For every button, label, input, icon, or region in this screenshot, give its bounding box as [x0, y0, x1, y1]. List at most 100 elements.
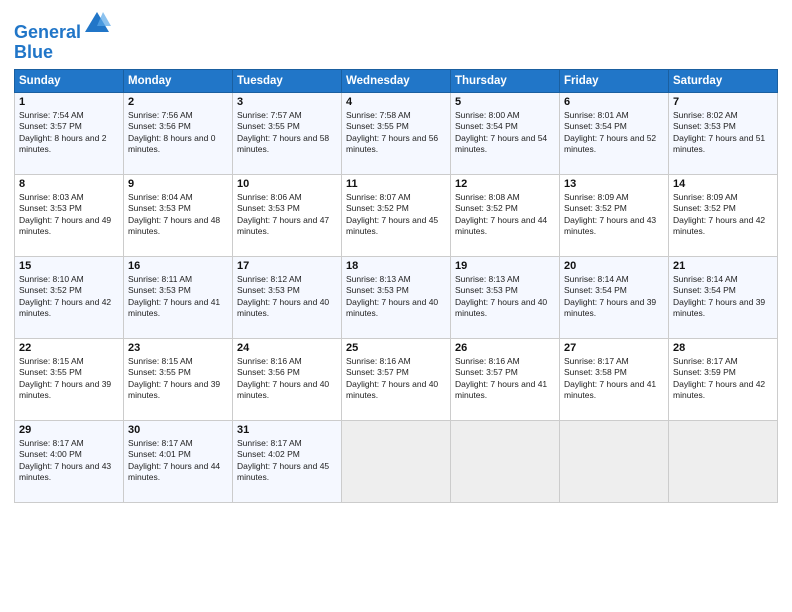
daylight: Daylight: 7 hours and 41 minutes. [128, 297, 228, 320]
day-number: 19 [455, 260, 555, 272]
calendar-cell [451, 420, 560, 502]
calendar-cell: 5Sunrise: 8:00 AMSunset: 3:54 PMDaylight… [451, 92, 560, 174]
daylight: Daylight: 7 hours and 39 minutes. [673, 297, 773, 320]
day-number: 18 [346, 260, 446, 272]
sunset: Sunset: 3:57 PM [346, 367, 446, 378]
calendar-cell [669, 420, 778, 502]
sunrise: Sunrise: 8:14 AM [673, 274, 773, 285]
daylight: Daylight: 7 hours and 56 minutes. [346, 133, 446, 156]
sunset: Sunset: 3:53 PM [346, 285, 446, 296]
sunrise: Sunrise: 8:03 AM [19, 192, 119, 203]
sunset: Sunset: 3:52 PM [19, 285, 119, 296]
sunset: Sunset: 3:52 PM [673, 203, 773, 214]
daylight: Daylight: 7 hours and 41 minutes. [564, 379, 664, 402]
daylight: Daylight: 7 hours and 48 minutes. [128, 215, 228, 238]
calendar-cell: 1Sunrise: 7:54 AMSunset: 3:57 PMDaylight… [15, 92, 124, 174]
sunrise: Sunrise: 7:58 AM [346, 110, 446, 121]
daylight: Daylight: 7 hours and 52 minutes. [564, 133, 664, 156]
sunset: Sunset: 3:59 PM [673, 367, 773, 378]
sunset: Sunset: 3:56 PM [128, 121, 228, 132]
sunrise: Sunrise: 8:01 AM [564, 110, 664, 121]
day-number: 30 [128, 424, 228, 436]
day-number: 4 [346, 96, 446, 108]
day-number: 23 [128, 342, 228, 354]
sunrise: Sunrise: 8:16 AM [455, 356, 555, 367]
daylight: Daylight: 7 hours and 47 minutes. [237, 215, 337, 238]
sunrise: Sunrise: 8:09 AM [564, 192, 664, 203]
daylight: Daylight: 7 hours and 40 minutes. [455, 297, 555, 320]
calendar-cell: 17Sunrise: 8:12 AMSunset: 3:53 PMDayligh… [233, 256, 342, 338]
sunset: Sunset: 3:52 PM [346, 203, 446, 214]
day-number: 10 [237, 178, 337, 190]
sunrise: Sunrise: 8:13 AM [346, 274, 446, 285]
day-number: 21 [673, 260, 773, 272]
calendar-cell: 18Sunrise: 8:13 AMSunset: 3:53 PMDayligh… [342, 256, 451, 338]
sunrise: Sunrise: 8:07 AM [346, 192, 446, 203]
sunset: Sunset: 4:01 PM [128, 449, 228, 460]
daylight: Daylight: 7 hours and 41 minutes. [455, 379, 555, 402]
daylight: Daylight: 8 hours and 2 minutes. [19, 133, 119, 156]
header-tuesday: Tuesday [233, 69, 342, 92]
day-number: 6 [564, 96, 664, 108]
day-number: 11 [346, 178, 446, 190]
calendar-cell: 31Sunrise: 8:17 AMSunset: 4:02 PMDayligh… [233, 420, 342, 502]
daylight: Daylight: 7 hours and 42 minutes. [673, 215, 773, 238]
sunrise: Sunrise: 8:15 AM [128, 356, 228, 367]
calendar-cell: 15Sunrise: 8:10 AMSunset: 3:52 PMDayligh… [15, 256, 124, 338]
day-number: 2 [128, 96, 228, 108]
sunset: Sunset: 3:53 PM [673, 121, 773, 132]
daylight: Daylight: 7 hours and 40 minutes. [237, 379, 337, 402]
logo: General Blue [14, 10, 111, 63]
week-row-3: 22Sunrise: 8:15 AMSunset: 3:55 PMDayligh… [15, 338, 778, 420]
sunset: Sunset: 3:54 PM [455, 121, 555, 132]
sunset: Sunset: 3:52 PM [455, 203, 555, 214]
calendar-cell: 28Sunrise: 8:17 AMSunset: 3:59 PMDayligh… [669, 338, 778, 420]
sunrise: Sunrise: 8:17 AM [237, 438, 337, 449]
week-row-1: 8Sunrise: 8:03 AMSunset: 3:53 PMDaylight… [15, 174, 778, 256]
calendar-cell: 14Sunrise: 8:09 AMSunset: 3:52 PMDayligh… [669, 174, 778, 256]
sunset: Sunset: 3:53 PM [237, 285, 337, 296]
sunset: Sunset: 3:55 PM [128, 367, 228, 378]
daylight: Daylight: 7 hours and 45 minutes. [346, 215, 446, 238]
daylight: Daylight: 7 hours and 40 minutes. [237, 297, 337, 320]
sunrise: Sunrise: 8:17 AM [564, 356, 664, 367]
daylight: Daylight: 7 hours and 45 minutes. [237, 461, 337, 484]
daylight: Daylight: 7 hours and 54 minutes. [455, 133, 555, 156]
daylight: Daylight: 7 hours and 43 minutes. [19, 461, 119, 484]
calendar-cell: 10Sunrise: 8:06 AMSunset: 3:53 PMDayligh… [233, 174, 342, 256]
calendar-cell: 6 Sunrise: 8:01 AMSunset: 3:54 PMDaylight… [560, 92, 669, 174]
calendar-cell: 4Sunrise: 7:58 AMSunset: 3:55 PMDaylight… [342, 92, 451, 174]
sunrise: Sunrise: 8:02 AM [673, 110, 773, 121]
sunset: Sunset: 3:54 PM [564, 121, 664, 132]
daylight: Daylight: 7 hours and 40 minutes. [346, 379, 446, 402]
calendar-cell [342, 420, 451, 502]
day-number: 31 [237, 424, 337, 436]
calendar-cell: 27Sunrise: 8:17 AMSunset: 3:58 PMDayligh… [560, 338, 669, 420]
calendar-cell: 20Sunrise: 8:14 AMSunset: 3:54 PMDayligh… [560, 256, 669, 338]
calendar-cell: 11 Sunrise: 8:07 AMSunset: 3:52 PMDayligh… [342, 174, 451, 256]
header-saturday: Saturday [669, 69, 778, 92]
calendar-cell: 8Sunrise: 8:03 AMSunset: 3:53 PMDaylight… [15, 174, 124, 256]
day-number: 5 [455, 96, 555, 108]
daylight: Daylight: 7 hours and 43 minutes. [564, 215, 664, 238]
daylight: Daylight: 7 hours and 49 minutes. [19, 215, 119, 238]
day-number: 8 [19, 178, 119, 190]
day-number: 1 [19, 96, 119, 108]
calendar-cell: 13Sunrise: 8:09 AMSunset: 3:52 PMDayligh… [560, 174, 669, 256]
sunrise: Sunrise: 8:04 AM [128, 192, 228, 203]
sunrise: Sunrise: 8:16 AM [237, 356, 337, 367]
logo-text: General [14, 10, 111, 43]
calendar-cell: 24Sunrise: 8:16 AMSunset: 3:56 PMDayligh… [233, 338, 342, 420]
sunrise: Sunrise: 8:10 AM [19, 274, 119, 285]
sunset: Sunset: 3:54 PM [564, 285, 664, 296]
calendar-cell: 9Sunrise: 8:04 AMSunset: 3:53 PMDaylight… [124, 174, 233, 256]
sunset: Sunset: 4:00 PM [19, 449, 119, 460]
sunrise: Sunrise: 8:13 AM [455, 274, 555, 285]
calendar-cell: 3Sunrise: 7:57 AMSunset: 3:55 PMDaylight… [233, 92, 342, 174]
header-monday: Monday [124, 69, 233, 92]
week-row-2: 15Sunrise: 8:10 AMSunset: 3:52 PMDayligh… [15, 256, 778, 338]
day-number: 29 [19, 424, 119, 436]
header-sunday: Sunday [15, 69, 124, 92]
sunset: Sunset: 3:53 PM [128, 203, 228, 214]
logo-blue: Blue [14, 43, 111, 63]
